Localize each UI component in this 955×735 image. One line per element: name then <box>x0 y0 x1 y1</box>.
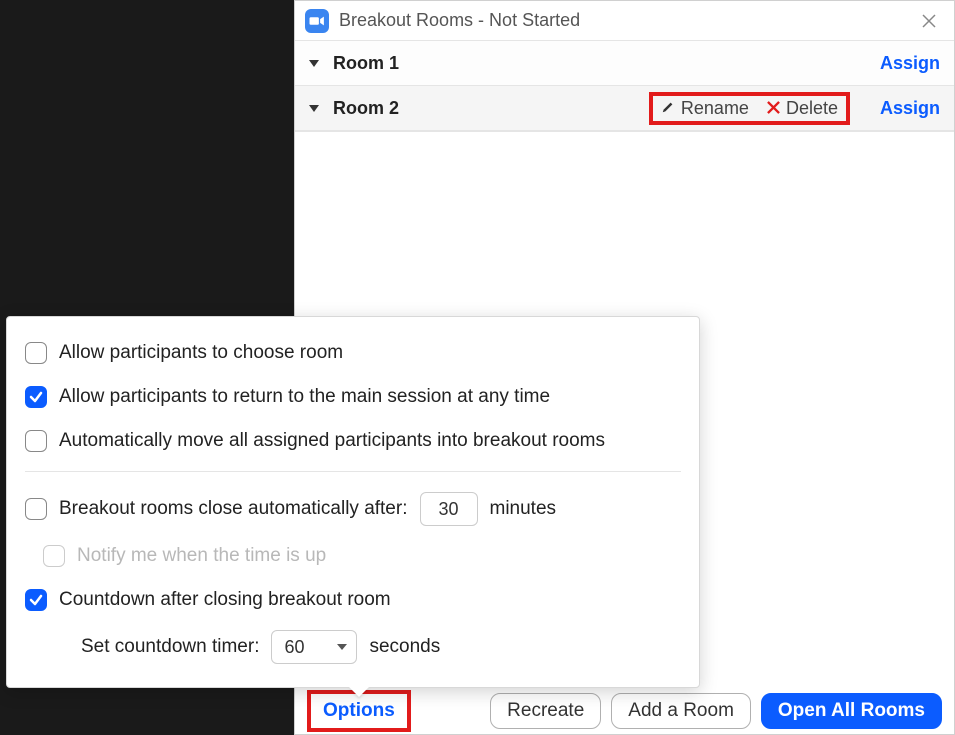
option-label: Automatically move all assigned particip… <box>59 430 605 452</box>
countdown-timer-select[interactable] <box>271 630 357 664</box>
auto-close-minutes-input[interactable] <box>420 492 478 526</box>
option-label: Breakout rooms close automatically after… <box>59 498 408 520</box>
countdown-timer-select-wrap <box>271 630 357 664</box>
room-name: Room 1 <box>333 53 399 74</box>
checkbox <box>43 545 65 567</box>
check-icon <box>29 390 43 404</box>
assign-link[interactable]: Assign <box>880 98 940 119</box>
delete-label: Delete <box>786 98 838 119</box>
expand-caret-icon[interactable] <box>309 105 319 112</box>
checkbox[interactable] <box>25 386 47 408</box>
rename-button[interactable]: Rename <box>661 98 749 119</box>
room-row[interactable]: Room 2 Rename Delete Assign <box>295 86 954 131</box>
checkbox[interactable] <box>25 589 47 611</box>
recreate-button[interactable]: Recreate <box>490 693 601 729</box>
close-button[interactable] <box>914 6 944 36</box>
titlebar: Breakout Rooms - Not Started <box>295 1 954 41</box>
open-all-rooms-button[interactable]: Open All Rooms <box>761 693 942 729</box>
check-icon <box>29 593 43 607</box>
seconds-suffix: seconds <box>369 636 440 658</box>
countdown-timer-label: Set countdown timer: <box>81 636 259 658</box>
assign-link[interactable]: Assign <box>880 53 940 74</box>
option-countdown-timer: Set countdown timer: seconds <box>25 630 681 664</box>
option-choose-room[interactable]: Allow participants to choose room <box>25 339 681 367</box>
window-title: Breakout Rooms - Not Started <box>339 10 914 31</box>
pencil-icon <box>661 98 675 119</box>
room-row-actions: Rename Delete <box>649 92 850 125</box>
zoom-app-icon <box>305 9 329 33</box>
room-row[interactable]: Room 1 Assign <box>295 41 954 86</box>
expand-caret-icon[interactable] <box>309 60 319 67</box>
option-return-main[interactable]: Allow participants to return to the main… <box>25 383 681 411</box>
option-label: Notify me when the time is up <box>77 545 326 567</box>
separator <box>25 471 681 472</box>
option-label: Allow participants to choose room <box>59 342 343 364</box>
options-popover: Allow participants to choose room Allow … <box>6 316 700 688</box>
option-label: Countdown after closing breakout room <box>59 589 391 611</box>
add-room-button[interactable]: Add a Room <box>611 693 751 729</box>
close-icon <box>922 14 936 28</box>
option-auto-move[interactable]: Automatically move all assigned particip… <box>25 427 681 455</box>
delete-x-icon <box>767 98 780 119</box>
room-list: Room 1 Assign Room 2 Rename Delet <box>295 41 954 132</box>
room-name: Room 2 <box>333 98 399 119</box>
minutes-suffix: minutes <box>490 498 557 520</box>
option-label: Allow participants to return to the main… <box>59 386 550 408</box>
delete-button[interactable]: Delete <box>767 98 838 119</box>
option-auto-close[interactable]: Breakout rooms close automatically after… <box>25 492 681 526</box>
checkbox[interactable] <box>25 430 47 452</box>
checkbox[interactable] <box>25 498 47 520</box>
option-notify: Notify me when the time is up <box>25 542 681 570</box>
option-countdown[interactable]: Countdown after closing breakout room <box>25 586 681 614</box>
checkbox[interactable] <box>25 342 47 364</box>
rename-label: Rename <box>681 98 749 119</box>
footer-bar: Options Recreate Add a Room Open All Roo… <box>295 687 954 734</box>
